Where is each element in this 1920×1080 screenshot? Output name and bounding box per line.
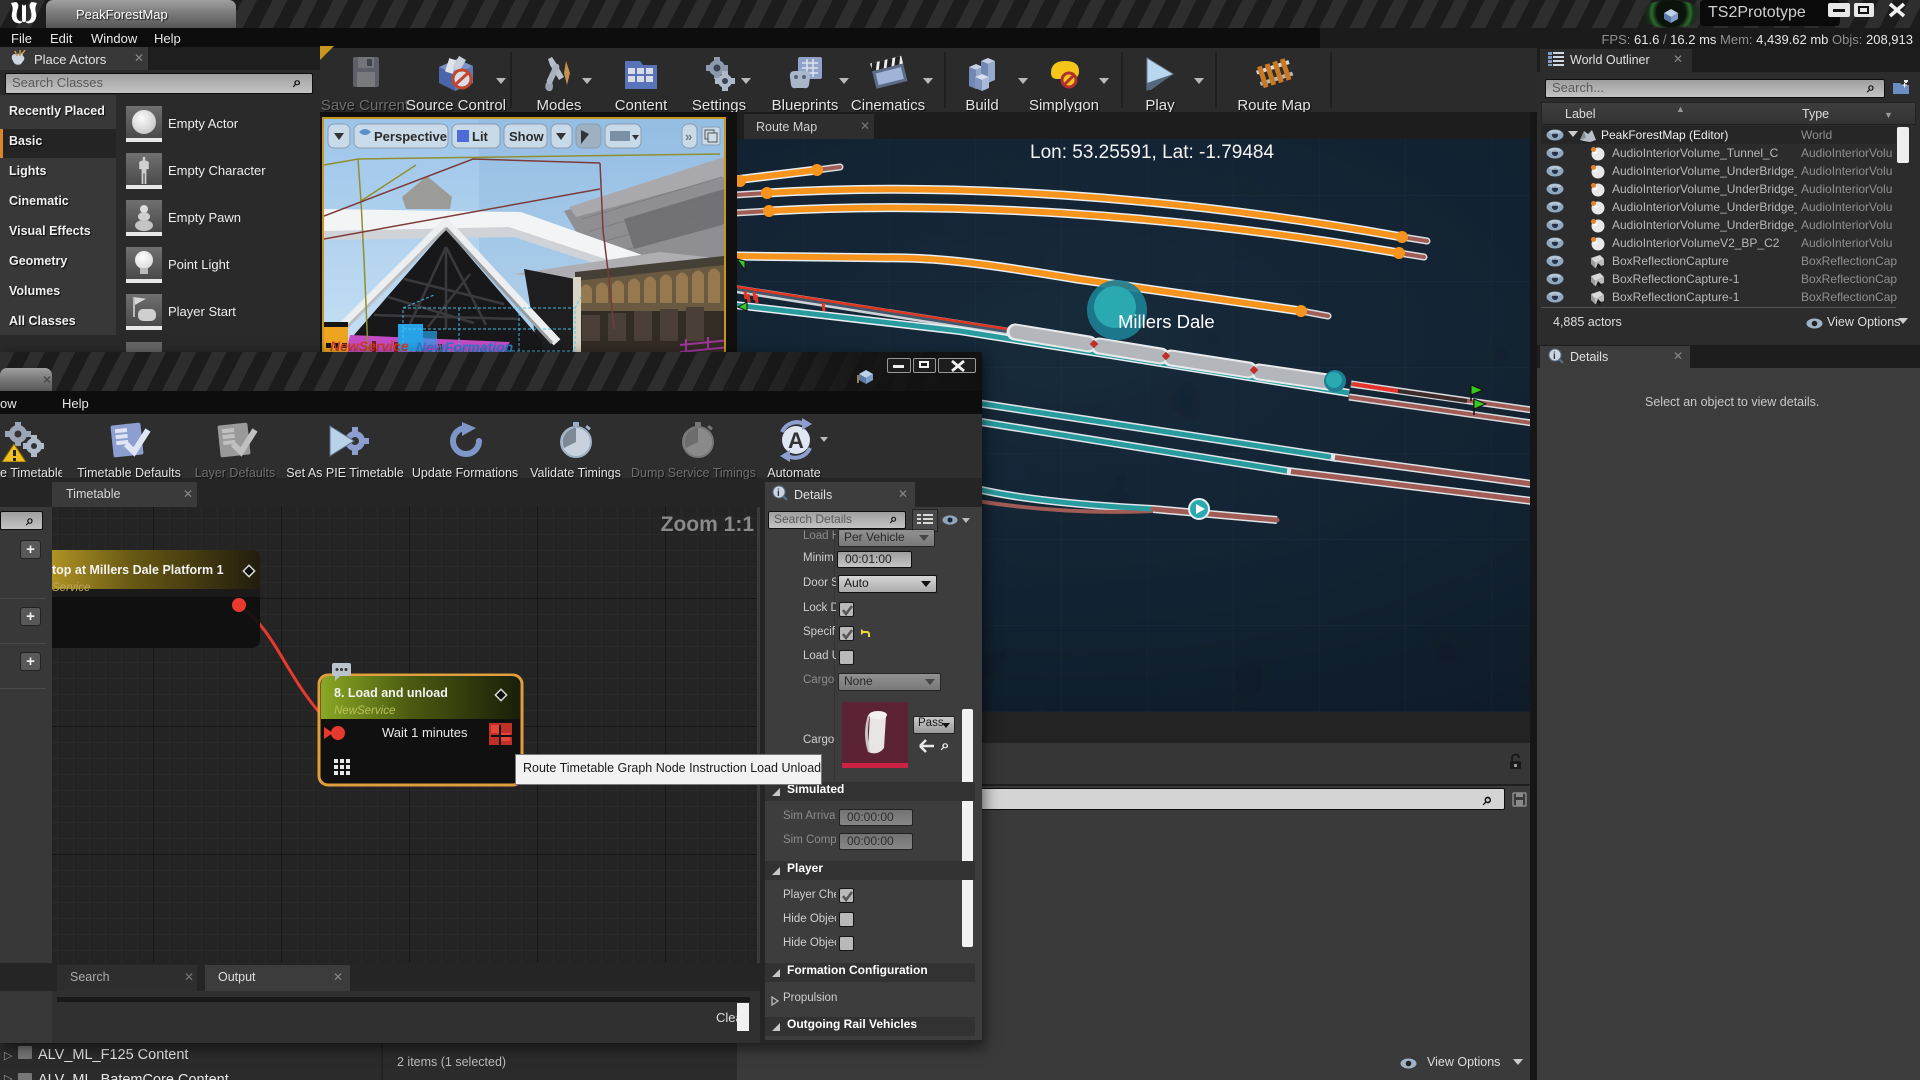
- svg-text:A: A: [788, 428, 804, 453]
- svg-text:NewFormation: NewFormation: [416, 339, 513, 352]
- svg-text:Show: Show: [509, 129, 545, 144]
- svg-text:Perspective: Perspective: [374, 129, 447, 144]
- svg-text:NewService: NewService: [330, 338, 409, 352]
- svg-text:NewService: NewService: [334, 705, 395, 717]
- svg-text:top at Millers Dale Platform 1: top at Millers Dale Platform 1: [52, 563, 224, 577]
- svg-text:Service: Service: [52, 582, 90, 594]
- svg-text:8. Load and unload: 8. Load and unload: [334, 686, 448, 700]
- svg-text:i: i: [1553, 351, 1556, 362]
- svg-text:Wait 1 minutes: Wait 1 minutes: [382, 725, 468, 740]
- svg-text:»: »: [685, 129, 692, 144]
- svg-text:+: +: [1902, 80, 1907, 90]
- svg-text:i: i: [777, 488, 780, 499]
- svg-text:Millers Dale: Millers Dale: [1118, 311, 1215, 332]
- svg-text:Lit: Lit: [472, 129, 489, 144]
